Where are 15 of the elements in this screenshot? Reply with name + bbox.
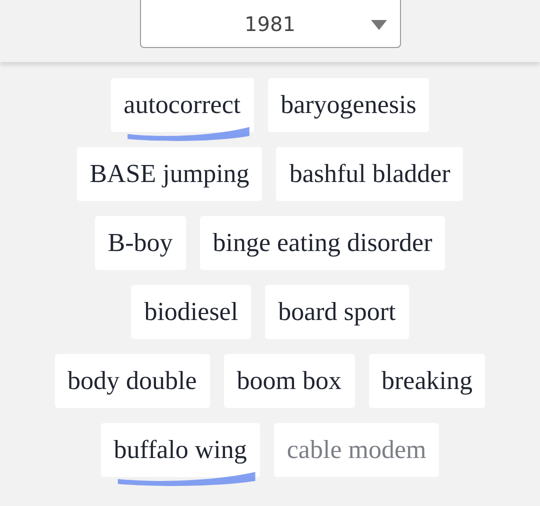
year-select[interactable]: 1981 — [140, 0, 400, 48]
tag[interactable]: bashful bladder — [276, 147, 464, 201]
tag[interactable]: biodiesel — [131, 285, 252, 339]
tag[interactable]: cable modem — [274, 423, 440, 477]
caret-icon — [370, 20, 386, 31]
tag[interactable]: BASE jumping — [76, 147, 262, 201]
tag[interactable]: body double — [54, 354, 210, 408]
tag[interactable]: autocorrect — [110, 78, 254, 132]
tag[interactable]: B-boy — [94, 216, 186, 270]
tag[interactable]: buffalo wing — [100, 423, 260, 477]
tag[interactable]: board sport — [265, 285, 409, 339]
tag[interactable]: breaking — [368, 354, 486, 408]
tag[interactable]: boom box — [224, 354, 355, 408]
tag[interactable]: binge eating disorder — [200, 216, 446, 270]
tag[interactable]: baryogenesis — [268, 78, 430, 132]
